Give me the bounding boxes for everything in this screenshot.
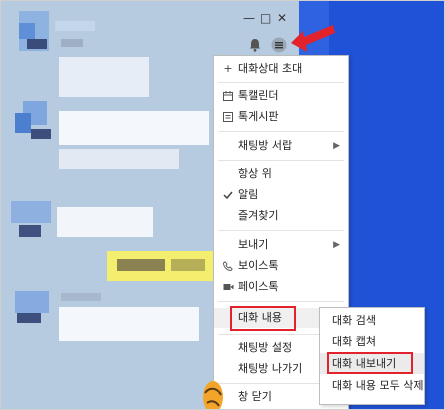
menu-item-label: 톡캘린더 (238, 89, 279, 102)
menu-item-talk-board[interactable]: 톡게시판 (214, 107, 348, 127)
menu-divider (218, 230, 344, 231)
app-frame: — □ ✕ + 대화상대 초대 톡캘린더 톡게시판 채팅방 서랍 ▶ 항상 위 … (0, 0, 445, 410)
submenu-item-label: 대화 내용 모두 삭제 (332, 379, 424, 392)
menu-item-label: 채팅방 서랍 (238, 139, 293, 152)
highlight-box (327, 352, 413, 374)
menu-item-voice-talk[interactable]: 보이스톡 (214, 256, 348, 276)
submenu-arrow-icon: ▶ (333, 240, 340, 250)
submenu-item-label: 대화 검색 (332, 314, 376, 327)
chat-bubble (57, 207, 153, 237)
menu-item-label: 즐겨찾기 (238, 209, 279, 222)
menu-item-favorites[interactable]: 즐겨찾기 (214, 206, 348, 226)
menu-item-label: 채팅방 설정 (238, 341, 293, 354)
menu-item-label: 알림 (238, 188, 259, 201)
menu-item-always-on-top[interactable]: 항상 위 (214, 164, 348, 184)
menu-item-label: 보내기 (238, 238, 269, 251)
highlight-box (230, 306, 296, 331)
menu-item-label: 창 닫기 (238, 390, 272, 403)
arrow-annotation-icon (291, 25, 335, 52)
menu-divider (218, 82, 344, 83)
maximize-button[interactable]: □ (260, 12, 271, 24)
plus-icon: + (223, 62, 233, 75)
bell-icon[interactable] (247, 37, 263, 53)
submenu-item-label: 대화 캡쳐 (332, 335, 376, 348)
menu-item-chat-drawer[interactable]: 채팅방 서랍 ▶ (214, 136, 348, 156)
submenu-arrow-icon: ▶ (333, 141, 340, 151)
chat-bubble (59, 57, 149, 97)
chat-bubble (59, 111, 209, 145)
menu-item-label: 보이스톡 (238, 259, 279, 272)
submenu-item-delete-all[interactable]: 대화 내용 모두 삭제 (320, 375, 424, 396)
menu-divider (218, 131, 344, 132)
submenu-item-search[interactable]: 대화 검색 (320, 310, 424, 331)
chat-bubble (59, 307, 199, 341)
chat-content-submenu: 대화 검색 대화 캡쳐 대화 내보내기 대화 내용 모두 삭제 (319, 307, 425, 405)
board-icon (222, 107, 234, 129)
menu-item-face-talk[interactable]: 페이스톡 (214, 277, 348, 297)
menu-icon[interactable] (271, 37, 287, 53)
menu-item-talk-calendar[interactable]: 톡캘린더 (214, 86, 348, 106)
submenu-item-capture[interactable]: 대화 캡쳐 (320, 331, 424, 352)
checkmark-icon (222, 185, 234, 207)
menu-item-label: 대화상대 초대 (238, 62, 303, 75)
menu-item-label: 항상 위 (238, 167, 272, 180)
menu-item-label: 톡게시판 (238, 110, 279, 123)
menu-item-notifications[interactable]: 알림 (214, 185, 348, 205)
minimize-button[interactable]: — (243, 12, 255, 24)
calendar-icon (222, 86, 234, 108)
character-sticker-icon (203, 381, 223, 409)
menu-item-send[interactable]: 보내기 ▶ (214, 235, 348, 255)
video-icon (222, 277, 234, 299)
menu-divider (218, 160, 344, 161)
menu-item-label: 페이스톡 (238, 280, 279, 293)
menu-divider (218, 301, 344, 302)
menu-item-label: 채팅방 나가기 (238, 362, 303, 375)
close-button[interactable]: ✕ (277, 12, 287, 24)
phone-icon (222, 256, 234, 278)
menu-item-invite[interactable]: + 대화상대 초대 (214, 59, 348, 79)
